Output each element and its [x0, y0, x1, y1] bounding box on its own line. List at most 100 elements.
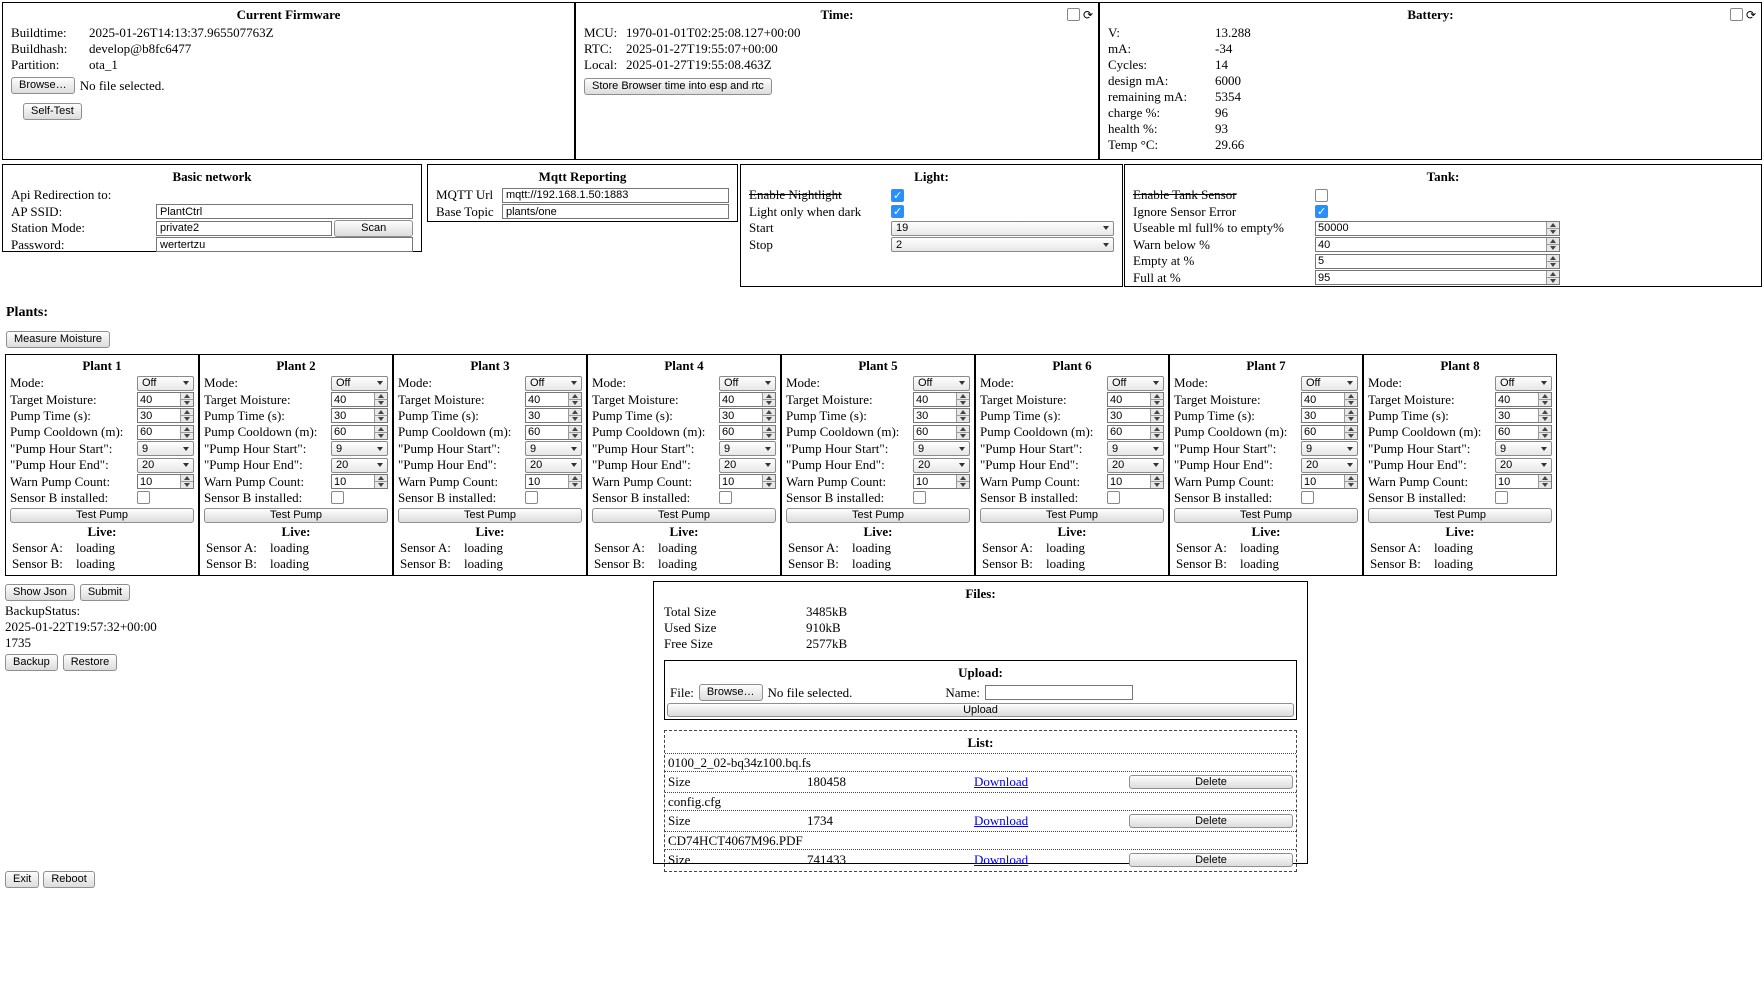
plant-target-moisture-field[interactable] [1302, 393, 1344, 406]
spin-down-button[interactable] [181, 415, 193, 422]
plant-target-moisture-input[interactable] [525, 392, 582, 407]
plant-pump-cooldown-field[interactable] [720, 426, 762, 439]
plant-pump-cooldown-field[interactable] [1108, 426, 1150, 439]
plant-target-moisture-field[interactable] [1496, 393, 1538, 406]
plant-warn-pump-count-input[interactable] [525, 474, 582, 489]
plant-warn-pump-count-field[interactable] [1302, 475, 1344, 488]
plant-pump-cooldown-field[interactable] [1302, 426, 1344, 439]
file-delete-button[interactable]: Delete [1129, 775, 1293, 789]
base-topic-input[interactable] [502, 204, 729, 219]
plant-warn-pump-count-input[interactable] [1107, 474, 1164, 489]
spin-down-button[interactable] [181, 399, 193, 406]
plant-pump-hour-end-select[interactable]: 20 [1495, 458, 1552, 473]
plant-target-moisture-input[interactable] [1301, 392, 1358, 407]
file-download-link[interactable]: Download [974, 813, 1028, 829]
full-at-field[interactable] [1316, 271, 1546, 284]
plant-warn-pump-count-input[interactable] [913, 474, 970, 489]
spin-down-button[interactable] [1539, 481, 1551, 488]
spin-down-button[interactable] [1539, 432, 1551, 439]
spin-down-button[interactable] [1345, 399, 1357, 406]
spin-down-button[interactable] [763, 432, 775, 439]
spin-down-button[interactable] [569, 399, 581, 406]
plant-pump-cooldown-input[interactable] [913, 425, 970, 440]
file-download-link[interactable]: Download [974, 852, 1028, 868]
plant-sensor-b-checkbox[interactable] [1495, 491, 1508, 504]
plant-pump-hour-start-select[interactable]: 9 [1107, 441, 1164, 456]
reboot-button[interactable]: Reboot [43, 871, 94, 888]
upload-browse-button[interactable]: Browse… [699, 684, 763, 701]
plant-pump-time-input[interactable] [331, 408, 388, 423]
plant-target-moisture-input[interactable] [913, 392, 970, 407]
test-pump-button[interactable]: Test Pump [398, 508, 582, 523]
plant-warn-pump-count-input[interactable] [137, 474, 194, 489]
spin-down-button[interactable] [763, 399, 775, 406]
show-json-button[interactable]: Show Json [5, 584, 75, 601]
spin-down-button[interactable] [1547, 228, 1559, 235]
backup-button[interactable]: Backup [5, 654, 58, 671]
plant-pump-hour-end-select[interactable]: 20 [137, 458, 194, 473]
time-auto-refresh-checkbox[interactable] [1067, 8, 1080, 21]
plant-warn-pump-count-field[interactable] [332, 475, 374, 488]
spin-down-button[interactable] [763, 481, 775, 488]
light-stop-select[interactable]: 2 [891, 237, 1114, 252]
light-only-dark-checkbox[interactable] [891, 205, 904, 218]
test-pump-button[interactable]: Test Pump [980, 508, 1164, 523]
warn-below-field[interactable] [1316, 238, 1546, 251]
plant-pump-time-input[interactable] [719, 408, 776, 423]
spin-down-button[interactable] [569, 432, 581, 439]
plant-mode-select[interactable]: Off [719, 376, 776, 391]
plant-mode-select[interactable]: Off [331, 376, 388, 391]
spin-down-button[interactable] [1539, 415, 1551, 422]
plant-pump-cooldown-field[interactable] [332, 426, 374, 439]
plant-warn-pump-count-field[interactable] [914, 475, 956, 488]
spin-down-button[interactable] [1345, 415, 1357, 422]
station-mode-input[interactable] [156, 221, 332, 236]
plant-pump-cooldown-field[interactable] [914, 426, 956, 439]
tank-sensor-checkbox[interactable] [1315, 189, 1328, 202]
plant-pump-cooldown-input[interactable] [1107, 425, 1164, 440]
file-delete-button[interactable]: Delete [1129, 814, 1293, 828]
test-pump-button[interactable]: Test Pump [10, 508, 194, 523]
submit-button[interactable]: Submit [80, 584, 130, 601]
plant-pump-hour-end-select[interactable]: 20 [719, 458, 776, 473]
plant-pump-cooldown-input[interactable] [719, 425, 776, 440]
plant-pump-cooldown-input[interactable] [137, 425, 194, 440]
plant-mode-select[interactable]: Off [525, 376, 582, 391]
spin-down-button[interactable] [375, 399, 387, 406]
plant-target-moisture-input[interactable] [1107, 392, 1164, 407]
plant-warn-pump-count-field[interactable] [720, 475, 762, 488]
upload-name-input[interactable] [985, 685, 1133, 700]
exit-button[interactable]: Exit [5, 871, 39, 888]
plant-pump-hour-end-select[interactable]: 20 [913, 458, 970, 473]
plant-target-moisture-field[interactable] [526, 393, 568, 406]
useable-ml-input[interactable] [1315, 221, 1560, 236]
file-delete-button[interactable]: Delete [1129, 853, 1293, 867]
plant-pump-hour-start-select[interactable]: 9 [719, 441, 776, 456]
plant-pump-time-input[interactable] [1495, 408, 1552, 423]
plant-pump-hour-start-select[interactable]: 9 [525, 441, 582, 456]
plant-warn-pump-count-field[interactable] [138, 475, 180, 488]
mqtt-url-input[interactable] [502, 188, 729, 203]
ignore-sensor-error-checkbox[interactable] [1315, 205, 1328, 218]
store-browser-time-button[interactable]: Store Browser time into esp and rtc [584, 78, 772, 95]
spin-down-button[interactable] [375, 481, 387, 488]
plant-pump-time-field[interactable] [720, 409, 762, 422]
plant-mode-select[interactable]: Off [1495, 376, 1552, 391]
plant-pump-cooldown-input[interactable] [331, 425, 388, 440]
upload-button[interactable]: Upload [667, 703, 1294, 717]
plant-pump-hour-start-select[interactable]: 9 [1495, 441, 1552, 456]
plant-pump-time-input[interactable] [1301, 408, 1358, 423]
plant-warn-pump-count-field[interactable] [1496, 475, 1538, 488]
ap-ssid-input[interactable] [156, 204, 413, 219]
plant-warn-pump-count-input[interactable] [1495, 474, 1552, 489]
plant-pump-time-field[interactable] [138, 409, 180, 422]
refresh-icon[interactable]: ⟳ [1083, 9, 1093, 21]
spin-down-button[interactable] [957, 481, 969, 488]
spin-down-button[interactable] [1151, 432, 1163, 439]
plant-pump-hour-end-select[interactable]: 20 [525, 458, 582, 473]
spin-down-button[interactable] [1547, 261, 1559, 268]
plant-sensor-b-checkbox[interactable] [913, 491, 926, 504]
spin-down-button[interactable] [569, 415, 581, 422]
plant-target-moisture-field[interactable] [720, 393, 762, 406]
test-pump-button[interactable]: Test Pump [1368, 508, 1552, 523]
